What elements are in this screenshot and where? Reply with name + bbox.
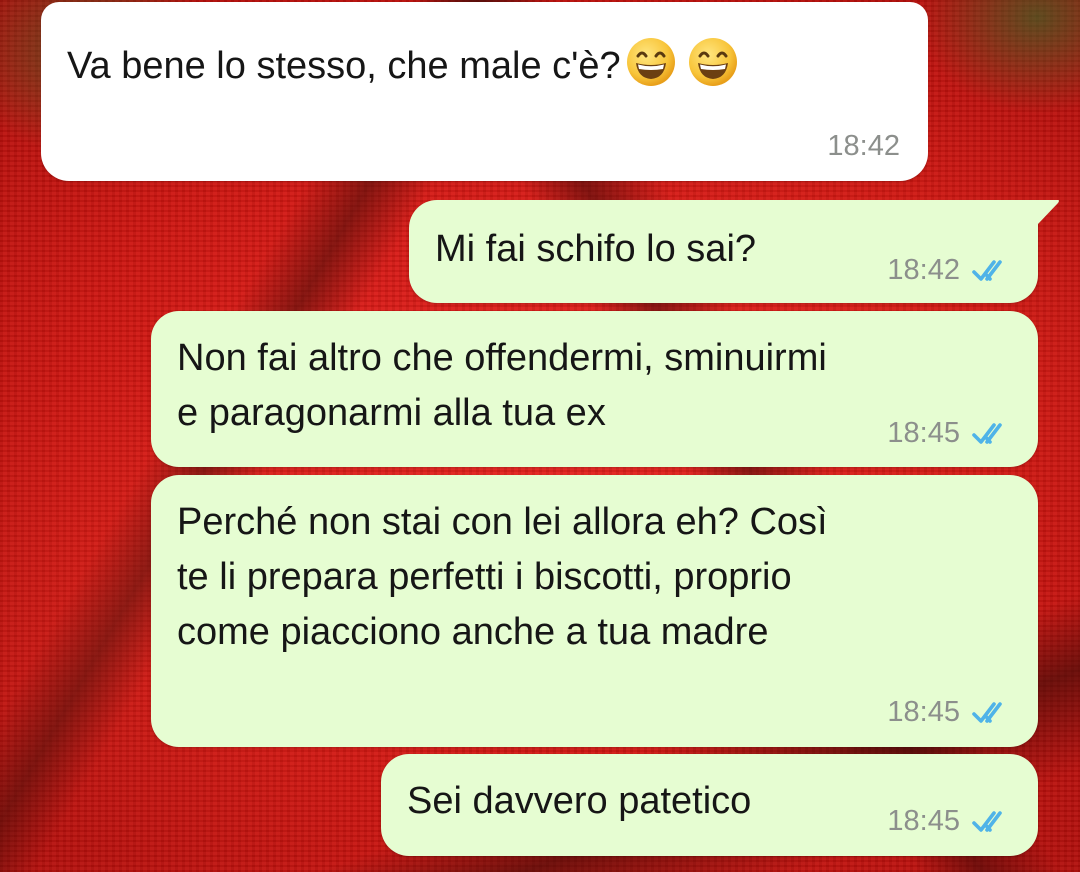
message-time: 18:42 <box>827 130 900 162</box>
message-bubble-outgoing[interactable]: Sei davvero patetico 18:45 <box>381 754 1038 856</box>
message-line: te li prepara perfetti i biscotti, propr… <box>177 556 792 598</box>
message-time: 18:45 <box>887 417 960 449</box>
bubble-tail <box>1020 200 1059 224</box>
message-meta: 18:42 <box>827 131 900 161</box>
message-bubble-incoming[interactable]: Va bene lo stesso, che male c'è? 18:42 <box>41 2 928 181</box>
message-text: Non fai altro che offendermi, sminuirmi … <box>177 331 827 441</box>
message-meta: 18:45 <box>887 806 1016 836</box>
message-bubble-outgoing[interactable]: Non fai altro che offendermi, sminuirmi … <box>151 311 1038 467</box>
message-line: come piacciono anche a tua madre <box>177 611 769 653</box>
double-check-icon <box>972 811 1002 832</box>
message-text-content: Va bene lo stesso, che male c'è? <box>67 45 621 87</box>
grinning-face-icon <box>626 38 675 86</box>
message-text: Sei davvero patetico <box>407 780 752 822</box>
message-time: 18:42 <box>887 254 960 286</box>
double-check-icon <box>972 702 1002 723</box>
message-text: Va bene lo stesso, che male c'è? <box>67 36 739 94</box>
message-text: Mi fai schifo lo sai? <box>435 228 757 270</box>
message-bubble-outgoing[interactable]: Mi fai schifo lo sai? 18:42 <box>409 200 1059 303</box>
message-line: e paragonarmi alla tua ex <box>177 392 606 434</box>
message-line: Perché non stai con lei allora eh? Così <box>177 501 828 543</box>
message-line: Non fai altro che offendermi, sminuirmi <box>177 337 827 379</box>
double-check-icon <box>972 423 1002 444</box>
message-meta: 18:45 <box>887 418 1016 448</box>
message-text: Perché non stai con lei allora eh? Così … <box>177 495 828 660</box>
double-check-icon <box>972 260 1002 281</box>
message-meta: 18:42 <box>887 255 1016 285</box>
message-time: 18:45 <box>887 696 960 728</box>
message-meta: 18:45 <box>887 697 1016 727</box>
grinning-face-icon <box>688 38 737 86</box>
message-time: 18:45 <box>887 805 960 837</box>
message-bubble-outgoing[interactable]: Perché non stai con lei allora eh? Così … <box>151 475 1038 747</box>
